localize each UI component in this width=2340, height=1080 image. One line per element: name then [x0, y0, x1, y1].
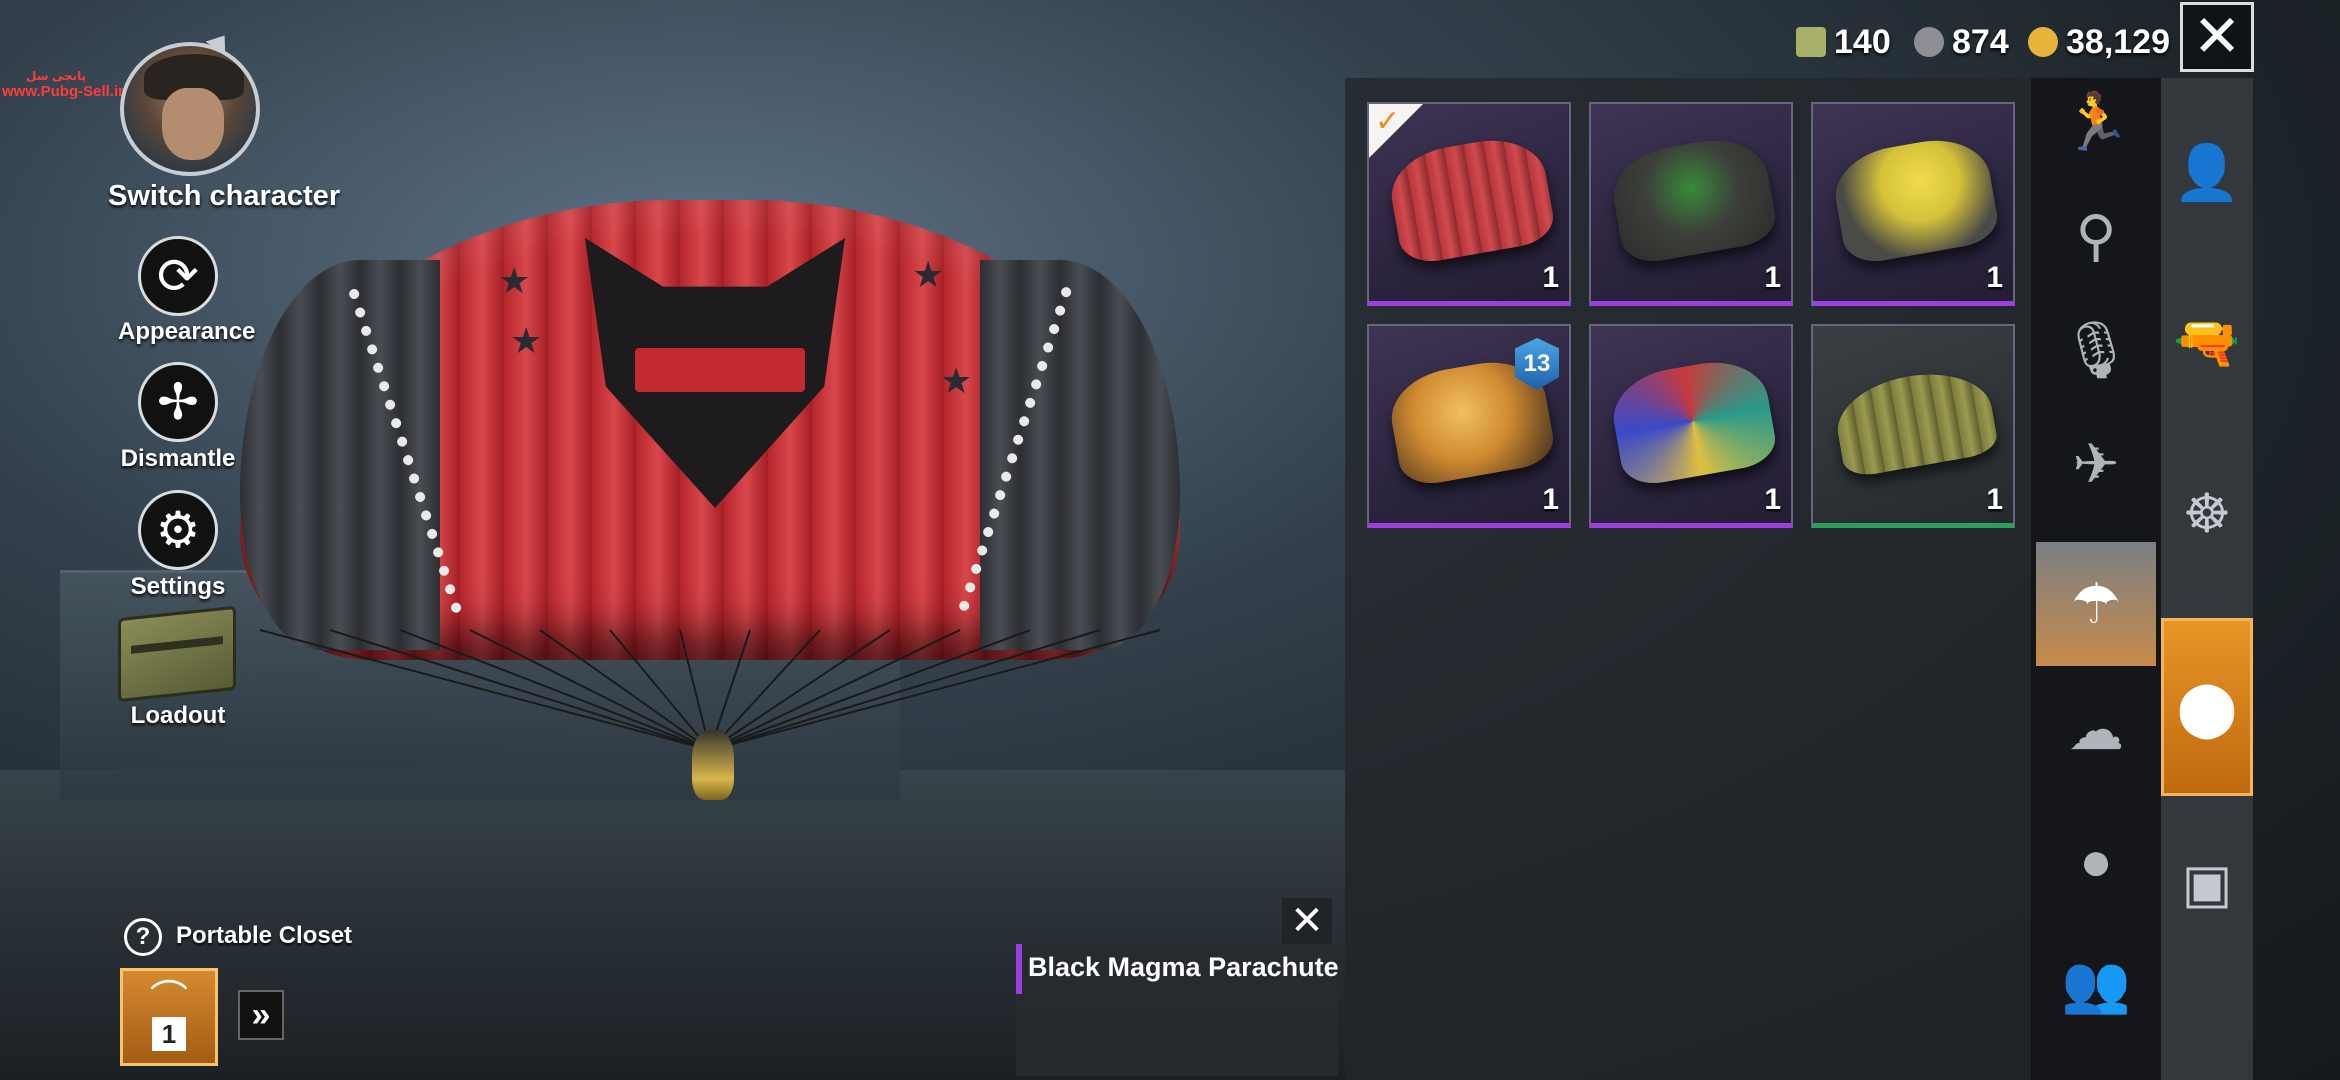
item-qty: 1	[1986, 483, 2003, 516]
inventory-grid: ✓ 1 1 1 13 1 1 1	[1367, 102, 2015, 528]
inventory-slot-4[interactable]: 13 1	[1367, 324, 1571, 528]
dismantle-label[interactable]: Dismantle	[118, 445, 238, 473]
gold-coin-icon	[2028, 27, 2058, 57]
airplane-icon[interactable]: ✈	[2036, 402, 2156, 526]
gold-value: 38,129	[2066, 22, 2170, 61]
crate-icon[interactable]: ▣	[2161, 798, 2253, 968]
bp-value: 874	[1952, 22, 2009, 61]
rarity-bar	[1016, 944, 1022, 994]
star-icon: ★	[940, 360, 973, 401]
side-tab-column: 👤 🔫 ☸ ⬤ ▣	[2161, 78, 2253, 1080]
green-graffiti-pack-icon	[1606, 131, 1780, 267]
microphone-icon[interactable]: 🎙	[2036, 288, 2156, 412]
inventory-panel: ✓ 1 1 1 13 1 1 1	[1345, 78, 2031, 1080]
item-qty: 1	[1764, 261, 1781, 294]
colorful-pattern-pack-icon	[1606, 353, 1780, 489]
pistol-icon[interactable]: 🔫	[2161, 258, 2253, 428]
watermark: پابجی سل www.Pubg-Sell.ir	[2, 68, 124, 100]
olive-parachute-icon	[1830, 363, 2000, 479]
equipped-check-icon: ✓	[1369, 104, 1423, 158]
fox-mask-eyes	[635, 348, 805, 392]
currency-g-coin: 140	[1796, 22, 1891, 62]
emote-icon[interactable]: 🏃	[2036, 60, 2156, 184]
watermark-line1: پابجی سل	[26, 69, 87, 83]
dismantle-icon[interactable]: ✢	[138, 362, 218, 442]
location-pin-icon[interactable]: ⚲	[2036, 174, 2156, 298]
bp-icon	[1914, 27, 1944, 57]
loadout-crate-icon[interactable]	[118, 605, 236, 703]
item-qty: 1	[1542, 483, 1559, 516]
character-avatar[interactable]	[120, 42, 260, 176]
star-icon: ★	[912, 254, 945, 295]
inventory-slot-1[interactable]: ✓ 1	[1367, 102, 1571, 306]
selected-item-name: Black Magma Parachute	[1028, 952, 1339, 982]
closet-count: 1	[152, 1017, 186, 1051]
item-qty: 1	[1986, 261, 2003, 294]
loadout-label[interactable]: Loadout	[118, 702, 238, 730]
parachute-preview[interactable]: ★ ★ ★ ★	[240, 200, 1180, 660]
portable-closet-button[interactable]: ⌒ 1	[120, 968, 218, 1066]
yellow-moon-pack-icon	[1828, 131, 2002, 267]
item-qty: 1	[1542, 261, 1559, 294]
expand-chevron-icon[interactable]: »	[238, 990, 284, 1040]
smoke-icon[interactable]: ☁	[2036, 668, 2156, 792]
portable-closet-label[interactable]: Portable Closet	[176, 922, 352, 950]
companion-icon[interactable]: 👥	[2036, 922, 2156, 1046]
parachute-icon[interactable]: ☂	[2036, 542, 2156, 666]
currency-gold: 38,129	[2028, 22, 2170, 62]
star-icon: ★	[510, 320, 543, 361]
inventory-slot-5[interactable]: 1	[1589, 324, 1793, 528]
appearance-label[interactable]: Appearance	[118, 318, 255, 346]
star-icon: ★	[498, 260, 531, 301]
currency-bp: 874	[1914, 22, 2009, 62]
settings-gear-icon[interactable]: ⚙	[138, 490, 218, 570]
character-icon[interactable]: 👤	[2161, 88, 2253, 258]
category-column: 🏃 ⚲ 🎙 ✈ ☂ ☁ ● 👥	[2031, 78, 2161, 1080]
item-info-panel: Black Magma Parachute	[1016, 944, 1339, 1076]
hanger-icon: ⌒	[149, 979, 188, 1021]
settings-label[interactable]: Settings	[118, 573, 238, 601]
parachute-payload	[692, 730, 734, 800]
switch-character-label[interactable]: Switch character	[108, 180, 340, 213]
item-qty: 1	[1764, 483, 1781, 516]
close-button[interactable]: ✕	[2180, 2, 2254, 72]
help-icon[interactable]: ?	[124, 918, 162, 956]
avatar-face	[162, 88, 224, 160]
g-coin-value: 140	[1834, 22, 1891, 61]
steering-wheel-icon[interactable]: ☸	[2161, 428, 2253, 598]
appearance-icon[interactable]: ⟳	[138, 236, 218, 316]
inventory-slot-2[interactable]: 1	[1589, 102, 1793, 306]
inventory-slot-3[interactable]: 1	[1811, 102, 2015, 306]
grenade-icon[interactable]: ●	[2036, 798, 2156, 922]
watermark-line2: www.Pubg-Sell.ir	[2, 83, 124, 100]
skydive-icon[interactable]: ⬤	[2161, 618, 2253, 796]
inventory-slot-6[interactable]: 1	[1811, 324, 2015, 528]
item-info-close-button[interactable]: ✕	[1282, 898, 1332, 944]
g-coin-icon	[1796, 27, 1826, 57]
